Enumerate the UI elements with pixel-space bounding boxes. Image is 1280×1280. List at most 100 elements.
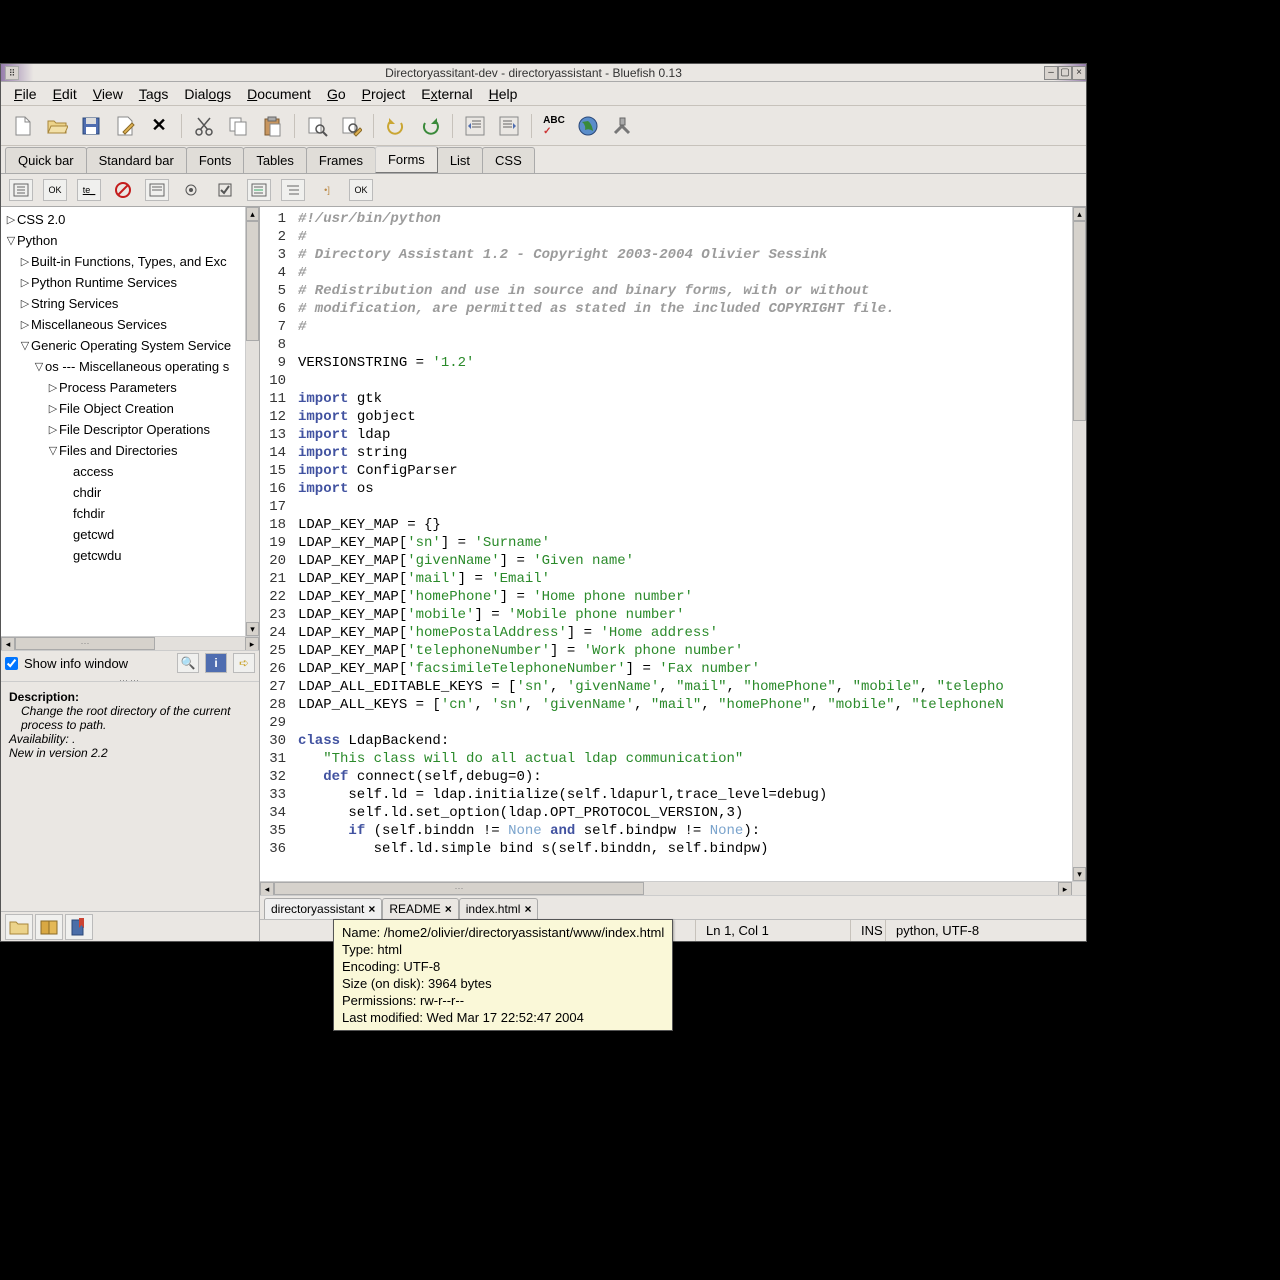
tree-item[interactable]: ▷String Services	[1, 293, 259, 314]
menu-dialogs[interactable]: Dialogs	[176, 83, 239, 105]
paste-button[interactable]	[258, 112, 286, 140]
code-line[interactable]: import gtk	[298, 390, 1072, 408]
collapsed-icon[interactable]: ▷	[47, 423, 59, 436]
textarea-tool[interactable]	[145, 179, 169, 201]
code-line[interactable]: #	[298, 228, 1072, 246]
scroll-up-icon[interactable]: ▴	[1073, 207, 1086, 221]
code-line[interactable]: # Redistribution and use in source and b…	[298, 282, 1072, 300]
tree-item[interactable]: ▷File Object Creation	[1, 398, 259, 419]
code-line[interactable]: import ldap	[298, 426, 1072, 444]
optgroup-tool[interactable]	[281, 179, 305, 201]
option-tool[interactable]: •]	[315, 179, 339, 201]
close-tab-icon[interactable]: ×	[445, 902, 452, 916]
code-line[interactable]: if (self.binddn != None and self.bindpw …	[298, 822, 1072, 840]
indent-button[interactable]	[495, 112, 523, 140]
code-line[interactable]: LDAP_KEY_MAP['homePhone'] = 'Home phone …	[298, 588, 1072, 606]
save-file-button[interactable]	[77, 112, 105, 140]
scroll-down-icon[interactable]: ▾	[1073, 867, 1086, 881]
tree-item[interactable]: chdir	[1, 482, 259, 503]
menu-go[interactable]: Go	[319, 83, 354, 105]
close-button[interactable]: ×	[1072, 66, 1086, 80]
find-replace-button[interactable]	[337, 112, 365, 140]
outdent-button[interactable]	[461, 112, 489, 140]
code-line[interactable]: LDAP_KEY_MAP['facsimileTelephoneNumber']…	[298, 660, 1072, 678]
tree-item[interactable]: access	[1, 461, 259, 482]
code-line[interactable]: LDAP_KEY_MAP['mail'] = 'Email'	[298, 570, 1072, 588]
tree-item[interactable]: ▷Process Parameters	[1, 377, 259, 398]
code-line[interactable]: VERSIONSTRING = '1.2'	[298, 354, 1072, 372]
menu-help[interactable]: Help	[481, 83, 526, 105]
tab-list[interactable]: List	[437, 147, 483, 173]
scroll-right-icon[interactable]: ▸	[1058, 882, 1072, 896]
editor-vertical-scrollbar[interactable]: ▴ ▾	[1072, 207, 1086, 881]
expanded-icon[interactable]: ▽	[47, 444, 59, 457]
code-line[interactable]: import string	[298, 444, 1072, 462]
scrollbar-thumb[interactable]: ⋯	[15, 637, 155, 650]
code-line[interactable]: self.ld.simple bind s(self.binddn, self.…	[298, 840, 1072, 858]
close-tab-icon[interactable]: ×	[368, 902, 375, 916]
tree-item[interactable]: ▷Miscellaneous Services	[1, 314, 259, 335]
code-line[interactable]: LDAP_KEY_MAP = {}	[298, 516, 1072, 534]
menu-tags[interactable]: Tags	[131, 83, 177, 105]
tree-item[interactable]: ▷File Descriptor Operations	[1, 419, 259, 440]
code-line[interactable]: class LdapBackend:	[298, 732, 1072, 750]
scrollbar-thumb[interactable]	[246, 221, 259, 341]
scrollbar-thumb[interactable]	[1073, 221, 1086, 421]
maximize-button[interactable]: ▢	[1058, 66, 1072, 80]
cut-button[interactable]	[190, 112, 218, 140]
tree-item[interactable]: ▽Python	[1, 230, 259, 251]
code-line[interactable]: LDAP_ALL_KEYS = ['cn', 'sn', 'givenName'…	[298, 696, 1072, 714]
collapsed-icon[interactable]: ▷	[47, 402, 59, 415]
tree-horizontal-scrollbar[interactable]: ◂ ⋯ ▸	[1, 636, 259, 650]
code-line[interactable]	[298, 336, 1072, 354]
scroll-right-icon[interactable]: ▸	[245, 637, 259, 651]
code-line[interactable]: import gobject	[298, 408, 1072, 426]
tab-quick-bar[interactable]: Quick bar	[5, 147, 87, 173]
tree-item[interactable]: ▷Built-in Functions, Types, and Exc	[1, 251, 259, 272]
collapsed-icon[interactable]: ▷	[47, 381, 59, 394]
scroll-down-icon[interactable]: ▾	[246, 622, 259, 636]
code-line[interactable]: self.ld.set_option(ldap.OPT_PROTOCOL_VER…	[298, 804, 1072, 822]
code-line[interactable]: import os	[298, 480, 1072, 498]
doc-tab-directoryassistant[interactable]: directoryassistant×	[264, 898, 382, 919]
undo-button[interactable]	[382, 112, 410, 140]
copy-button[interactable]	[224, 112, 252, 140]
code-line[interactable]: #	[298, 318, 1072, 336]
search-icon[interactable]: 🔍	[177, 653, 199, 673]
minimize-button[interactable]: –	[1044, 66, 1058, 80]
menu-project[interactable]: Project	[354, 83, 414, 105]
code-line[interactable]: import ConfigParser	[298, 462, 1072, 480]
radio-tool[interactable]	[179, 179, 203, 201]
close-tab-icon[interactable]: ×	[524, 902, 531, 916]
code-line[interactable]: LDAP_KEY_MAP['sn'] = 'Surname'	[298, 534, 1072, 552]
code-line[interactable]	[298, 498, 1072, 516]
file-browser-icon[interactable]	[5, 914, 33, 940]
code-line[interactable]: LDAP_KEY_MAP['telephoneNumber'] = 'Work …	[298, 642, 1072, 660]
collapsed-icon[interactable]: ▷	[19, 276, 31, 289]
collapsed-icon[interactable]: ▷	[19, 318, 31, 331]
tree-item[interactable]: ▷Python Runtime Services	[1, 272, 259, 293]
menu-file[interactable]: File	[6, 83, 45, 105]
close-button[interactable]: ✕	[145, 112, 173, 140]
tab-css[interactable]: CSS	[482, 147, 535, 173]
tree-vertical-scrollbar[interactable]: ▴ ▾	[245, 207, 259, 636]
select-tool[interactable]	[247, 179, 271, 201]
code-line[interactable]: #	[298, 264, 1072, 282]
new-file-button[interactable]	[9, 112, 37, 140]
spellcheck-button[interactable]: ABC✓	[540, 112, 568, 140]
reference-tree[interactable]: ▷CSS 2.0▽Python▷Built-in Functions, Type…	[1, 207, 259, 636]
tree-item[interactable]: ▷CSS 2.0	[1, 209, 259, 230]
code-area[interactable]: #!/usr/bin/python## Directory Assistant …	[290, 207, 1072, 881]
doc-tab-index-html[interactable]: index.html×	[459, 898, 539, 919]
code-line[interactable]: def connect(self,debug=0):	[298, 768, 1072, 786]
info-icon[interactable]: i	[205, 653, 227, 673]
menu-document[interactable]: Document	[239, 83, 319, 105]
tab-forms[interactable]: Forms	[375, 146, 438, 173]
tree-item[interactable]: ▽Generic Operating System Service	[1, 335, 259, 356]
code-line[interactable]: LDAP_KEY_MAP['givenName'] = 'Given name'	[298, 552, 1072, 570]
code-viewport[interactable]: 1234567891011121314151617181920212223242…	[260, 207, 1086, 881]
code-line[interactable]	[298, 372, 1072, 390]
checkbox-tool[interactable]	[213, 179, 237, 201]
button-tool[interactable]: OK	[349, 179, 373, 201]
code-line[interactable]: #!/usr/bin/python	[298, 210, 1072, 228]
